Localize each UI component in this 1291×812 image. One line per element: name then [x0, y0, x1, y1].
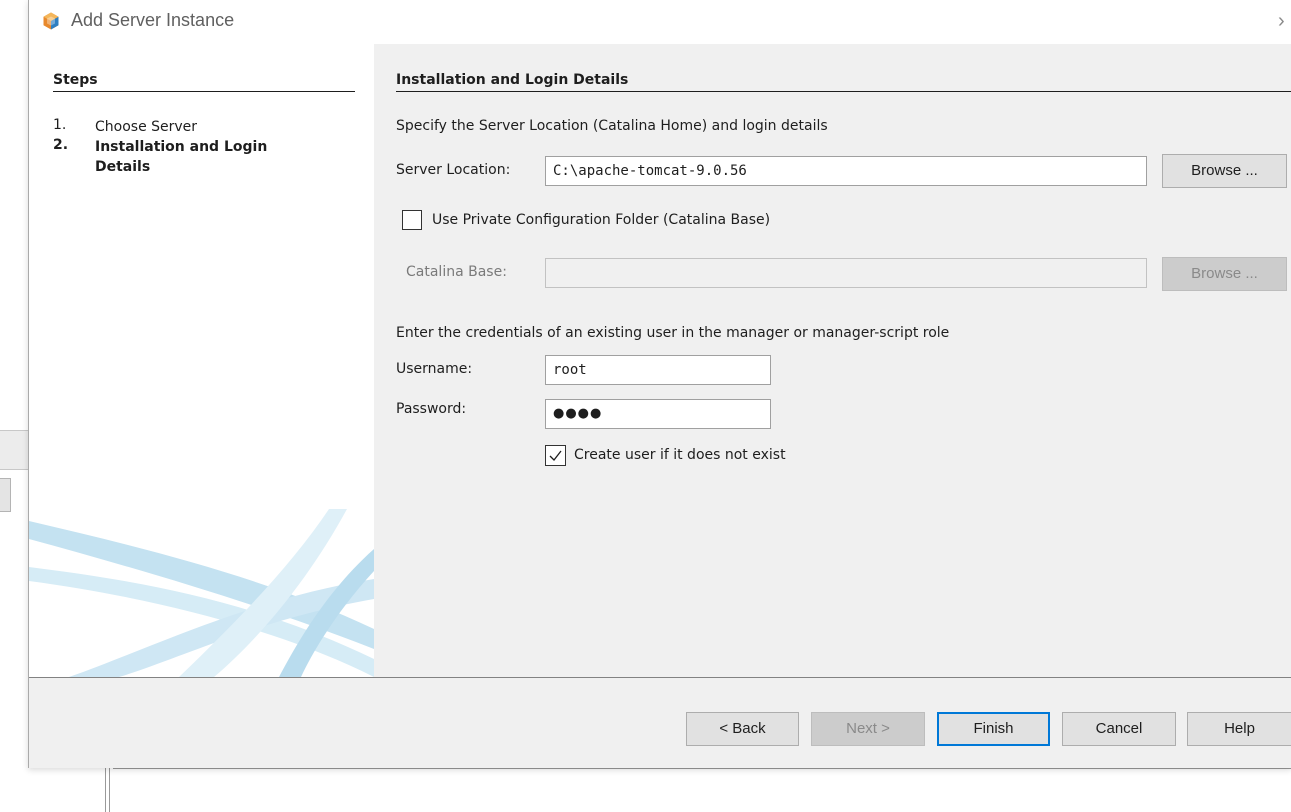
checkmark-icon [549, 450, 562, 461]
username-label: Username: [396, 361, 473, 377]
add-server-instance-dialog: Add Server Instance › Steps 1. Choose Se… [28, 0, 1291, 768]
step-number: 2. [53, 137, 69, 153]
username-input[interactable]: root [545, 355, 771, 385]
step-label: Installation and Login Details [95, 139, 268, 175]
create-user-checkbox[interactable] [545, 445, 566, 466]
server-location-label: Server Location: [396, 162, 511, 178]
catalina-base-label: Catalina Base: [406, 264, 507, 280]
password-input[interactable]: ●●●● [545, 399, 771, 429]
background-divider [113, 768, 1291, 769]
background-editor-area [102, 768, 1291, 812]
background-divider [109, 768, 110, 812]
location-description: Specify the Server Location (Catalina Ho… [396, 118, 828, 134]
finish-button[interactable]: Finish [937, 712, 1050, 746]
installation-login-panel: Installation and Login Details Specify t… [374, 44, 1291, 677]
password-label: Password: [396, 401, 467, 417]
background-window-tab [0, 478, 11, 512]
private-config-checkbox[interactable] [402, 210, 422, 230]
decorative-swoosh-graphic [29, 509, 374, 677]
credentials-description: Enter the credentials of an existing use… [396, 325, 950, 341]
create-user-label[interactable]: Create user if it does not exist [574, 447, 786, 463]
browse-server-location-button[interactable]: Browse ... [1162, 154, 1287, 188]
panel-heading: Installation and Login Details [396, 72, 629, 88]
step-label: Choose Server [95, 119, 198, 135]
background-divider [105, 768, 106, 812]
back-button[interactable]: < Back [686, 712, 799, 746]
background-window-strip [0, 430, 28, 470]
next-button[interactable]: Next > [811, 712, 925, 746]
dialog-title: Add Server Instance [71, 10, 235, 30]
panel-divider [396, 91, 1291, 92]
steps-heading: Steps [53, 72, 98, 88]
cancel-button[interactable]: Cancel [1062, 712, 1176, 746]
netbeans-cube-icon [43, 12, 59, 30]
help-button[interactable]: Help [1187, 712, 1291, 746]
dialog-footer: < Back Next > Finish Cancel Help [29, 677, 1291, 768]
private-config-label[interactable]: Use Private Configuration Folder (Catali… [432, 212, 770, 228]
server-location-input[interactable]: C:\apache-tomcat-9.0.56 [545, 156, 1147, 186]
steps-panel: Steps 1. Choose Server 2. Installation a… [29, 44, 374, 677]
close-icon[interactable]: › [1278, 10, 1291, 32]
browse-catalina-base-button[interactable]: Browse ... [1162, 257, 1287, 291]
step-number: 1. [53, 117, 67, 133]
steps-divider [53, 91, 355, 92]
catalina-base-input[interactable] [545, 258, 1147, 288]
dialog-titlebar[interactable]: Add Server Instance › [29, 0, 1291, 44]
